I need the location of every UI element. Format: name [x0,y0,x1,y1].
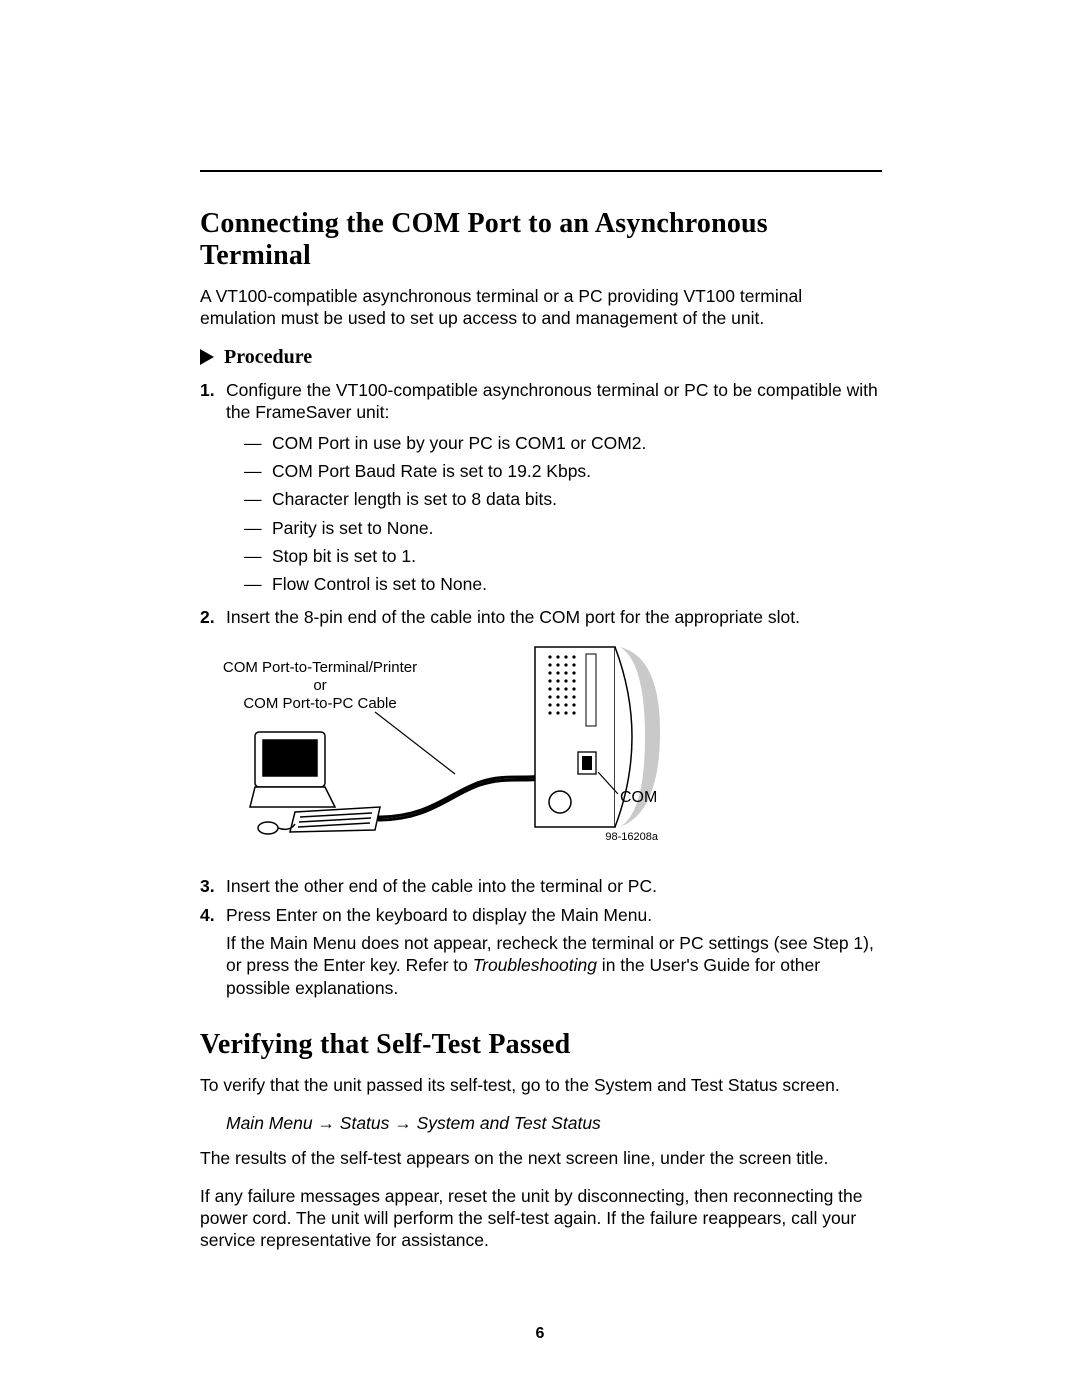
list-item: Character length is set to 8 data bits. [244,488,882,510]
verify-p2: The results of the self-test appears on … [200,1148,882,1170]
procedure-steps: Configure the VT100-compatible asynchron… [200,379,882,629]
section-title-2: Verifying that Self-Test Passed [200,1029,882,1061]
procedure-label: Procedure [224,346,312,369]
step-4-extra: If the Main Menu does not appear, rechec… [226,932,882,999]
menu-nav-path: Main Menu → Status → System and Test Sta… [226,1113,882,1134]
triangle-right-icon [200,349,214,365]
list-item: COM Port Baud Rate is set to 19.2 Kbps. [244,460,882,482]
list-item: Flow Control is set to None. [244,573,882,595]
list-item: Stop bit is set to 1. [244,545,882,567]
step-1-text: Configure the VT100-compatible asynchron… [226,380,878,422]
cable-label-line2: COM Port-to-PC Cable [243,695,396,712]
verify-p1: To verify that the unit passed its self-… [200,1075,882,1097]
verify-p3: If any failure messages appear, reset th… [200,1186,882,1252]
step-3: Insert the other end of the cable into t… [200,875,882,897]
cable-label-or: or [313,677,326,694]
section-title-1: Connecting the COM Port to an Asynchrono… [200,208,882,272]
com-port-label: COM [620,789,657,806]
step-4: Press Enter on the keyboard to display t… [200,904,882,1000]
step-1: Configure the VT100-compatible asynchron… [200,379,882,596]
leader-line [375,712,455,774]
list-item: COM Port in use by your PC is COM1 or CO… [244,432,882,454]
page: Connecting the COM Port to an Asynchrono… [0,0,1080,1397]
diagram: COM Port-to-Terminal/Printer or COM Port… [200,642,882,857]
figure-id: 98-16208a [605,831,658,843]
procedure-heading: Procedure [200,346,882,369]
step-4-text: Press Enter on the keyboard to display t… [226,905,652,925]
page-number: 6 [0,1325,1080,1343]
step-1-sublist: COM Port in use by your PC is COM1 or CO… [244,432,882,596]
computer-icon [250,732,380,834]
step-2: Insert the 8-pin end of the cable into t… [200,606,882,628]
list-item: Parity is set to None. [244,517,882,539]
top-rule [200,170,882,172]
intro-paragraph: A VT100-compatible asynchronous terminal… [200,286,882,330]
cable-label-line1: COM Port-to-Terminal/Printer [223,659,417,676]
procedure-steps-cont: Insert the other end of the cable into t… [200,875,882,999]
com-port-diagram-svg: COM Port-to-Terminal/Printer or COM Port… [200,642,680,852]
step-4-extra-italic: Troubleshooting [473,955,597,975]
